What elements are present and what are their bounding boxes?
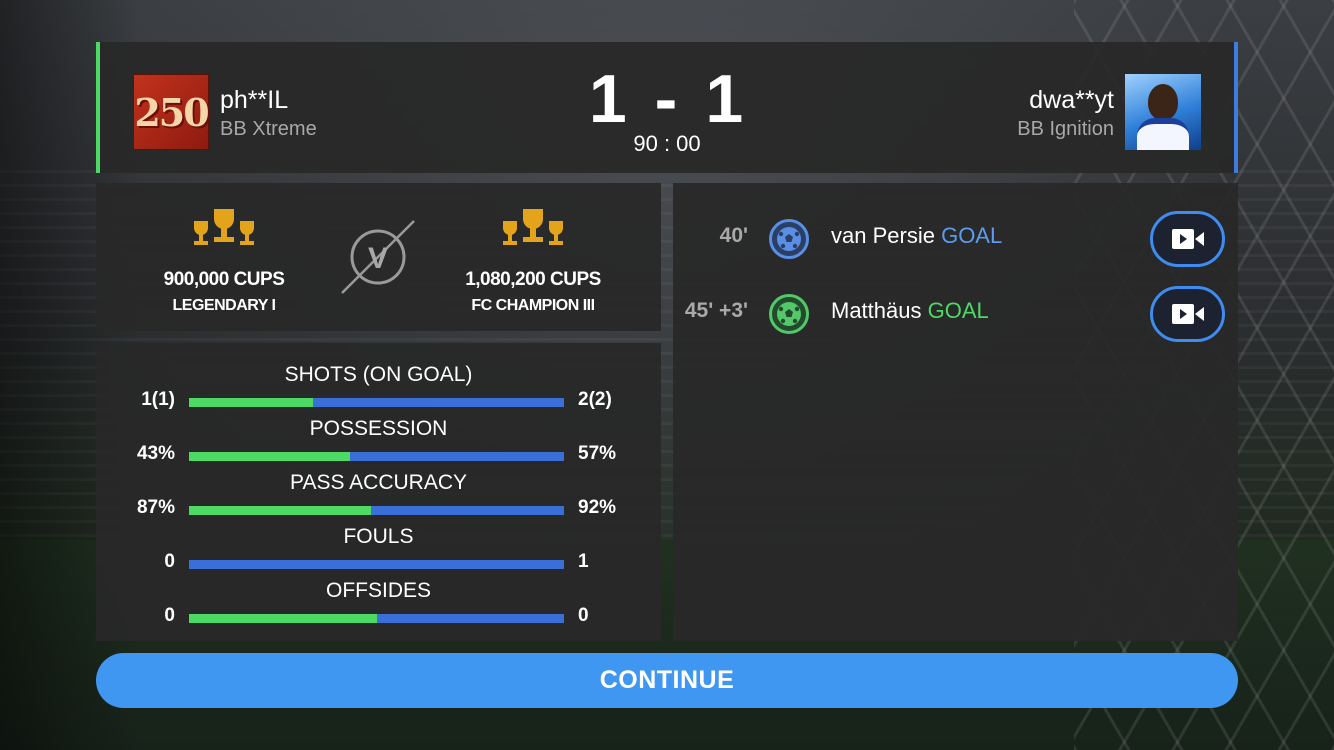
soccer-ball-icon [769, 219, 809, 259]
video-camera-icon [1171, 304, 1204, 324]
stat-label: OFFSIDES [325, 579, 431, 602]
away-team-name: BB Ignition [1017, 118, 1114, 140]
away-cups: 1,080,200 CUPS FC CHAMPION III [433, 207, 633, 315]
home-score: 1 [588, 61, 629, 137]
home-cups: 900,000 CUPS LEGENDARY I [124, 207, 324, 315]
stats-panel: SHOTS (ON GOAL) 1(1) 2(2) POSSESSION 43%… [96, 343, 661, 641]
stat-offsides: OFFSIDES 0 0 [96, 559, 661, 626]
away-avatar [1125, 74, 1201, 150]
event-minute: 45' +3' [684, 299, 748, 322]
cups-panel: 900,000 CUPS LEGENDARY I V 1,080,200 CUP… [96, 183, 661, 331]
versus-label: V [368, 242, 388, 275]
event-minute: 40' [719, 224, 748, 247]
event-type: GOAL [927, 298, 989, 323]
stat-fouls: FOULS 0 1 [96, 505, 661, 572]
home-division: LEGENDARY I [172, 297, 276, 314]
away-cup-count: 1,080,200 CUPS [465, 269, 601, 290]
away-division: FC CHAMPION III [471, 297, 595, 314]
soccer-ball-icon [769, 294, 809, 334]
event-row: 40' van Persie GOAL [673, 209, 1238, 269]
stat-bar [189, 614, 564, 623]
versus-icon: V [341, 220, 415, 294]
event-player: van Persie [831, 223, 935, 248]
replay-video-button[interactable] [1150, 211, 1225, 267]
stat-label: POSSESSION [309, 417, 448, 440]
event-description: Matthäus GOAL [831, 298, 989, 324]
stat-possession: POSSESSION 43% 57% [96, 397, 661, 464]
stat-label: PASS ACCURACY [290, 471, 467, 494]
video-camera-icon [1171, 229, 1204, 249]
match-header: 250 ph**IL BB Xtreme 1-1 90 : 00 dwa**yt… [96, 42, 1238, 173]
trophy-icon [503, 209, 563, 245]
event-player: Matthäus [831, 298, 922, 323]
stat-home-value: 0 [164, 605, 175, 626]
continue-button[interactable]: CONTINUE [96, 653, 1238, 708]
away-player-name: dwa**yt [1029, 86, 1114, 114]
event-description: van Persie GOAL [831, 223, 1002, 249]
stat-label: FOULS [343, 525, 414, 548]
stat-shots: SHOTS (ON GOAL) 1(1) 2(2) [96, 343, 661, 410]
stat-bar-home-fill [189, 614, 377, 623]
event-row: 45' +3' Matthäus GOAL [673, 284, 1238, 344]
stat-pass-accuracy: PASS ACCURACY 87% 92% [96, 451, 661, 518]
stat-away-value: 0 [578, 605, 589, 626]
score-separator: - [654, 61, 680, 137]
away-score: 1 [705, 61, 746, 137]
match-events-panel: 40' van Persie GOAL 45' +3' Matthäus GOA… [673, 183, 1238, 641]
trophy-icon [194, 209, 254, 245]
event-type: GOAL [941, 223, 1003, 248]
home-cup-count: 900,000 CUPS [163, 269, 285, 290]
replay-video-button[interactable] [1150, 286, 1225, 342]
stat-label: SHOTS (ON GOAL) [284, 363, 473, 386]
